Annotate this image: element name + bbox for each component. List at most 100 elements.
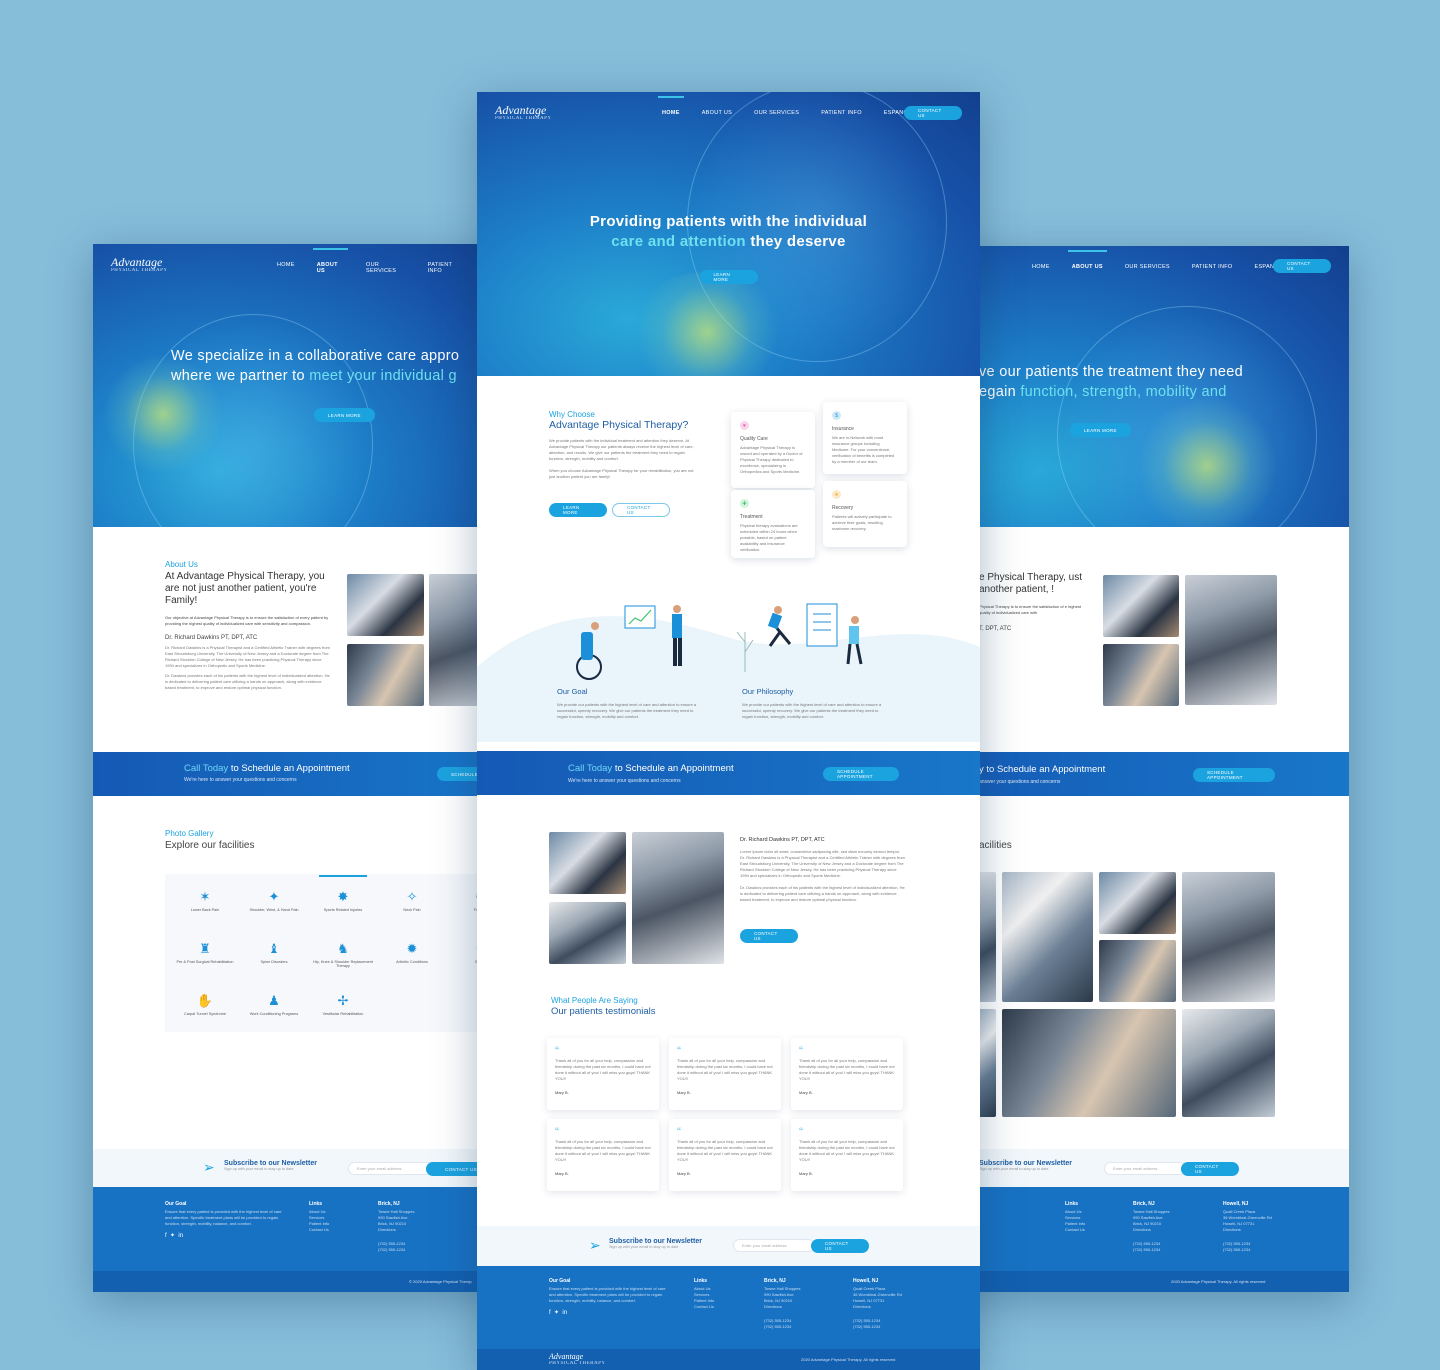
nav-about[interactable]: ABOUT US	[702, 110, 732, 116]
gallery-header: Photo Gallery Explore our facilities	[165, 829, 255, 851]
service-item[interactable]: ✢ Vestibular Rehabilitation	[309, 992, 377, 1016]
feature-insurance: $ Insurance We are in-Network with most …	[823, 402, 907, 474]
service-label: Neck Pain	[403, 908, 421, 912]
nav-about[interactable]: ABOUT US	[1067, 250, 1107, 270]
left-learn-more-button[interactable]: LEARN MORE	[314, 408, 375, 422]
lower-back-icon: ✶	[199, 889, 211, 904]
service-label: Arthritic Conditions	[396, 960, 428, 964]
email-input[interactable]: Enter your email address	[1104, 1162, 1186, 1175]
service-item[interactable]: ♜ Pre & Post Surgical Rehabilitation	[171, 940, 239, 964]
linkedin-icon[interactable]: in	[562, 1310, 567, 1316]
gallery-photo	[1099, 940, 1176, 1002]
nav-about[interactable]: ABOUT US	[312, 248, 349, 274]
nav-services[interactable]: OUR SERVICES	[1125, 264, 1170, 270]
nav-home[interactable]: HOME	[277, 262, 295, 274]
nav-home[interactable]: HOME	[1032, 264, 1050, 270]
center-learn-more-button[interactable]: LEARN MORE	[699, 270, 758, 284]
testimonial-author: Mary B.	[555, 1171, 569, 1176]
testimonial-card: “Thank all of you for all your help, com…	[791, 1119, 903, 1191]
footer-link[interactable]: Contact Us	[1065, 1227, 1085, 1233]
service-item[interactable]: ♟ Work Conditioning Programs	[240, 992, 308, 1016]
nav-patient-info[interactable]: PATIENT INFO	[821, 110, 862, 116]
service-label: Work Conditioning Programs	[249, 1012, 299, 1016]
gallery-photo	[1002, 1009, 1176, 1117]
left-nav: Advantage PHYSICAL THERAPY HOME ABOUT US…	[93, 244, 513, 290]
quote-icon: “	[555, 1044, 559, 1058]
twitter-icon[interactable]: ✦	[554, 1310, 559, 1316]
left-cta-banner: Call Today to Schedule an Appointment We…	[93, 752, 513, 796]
facebook-icon[interactable]: f	[549, 1310, 551, 1316]
facebook-icon[interactable]: f	[165, 1233, 167, 1239]
doctor-photo-1	[549, 832, 626, 894]
service-item[interactable]: ♞ Hip, Knee & Shoulder Replacement Therap…	[309, 940, 377, 968]
testimonial-card: “Thank all of you for all your help, com…	[669, 1038, 781, 1110]
nav-services[interactable]: OUR SERVICES	[366, 262, 406, 274]
carpal-icon: ✋	[196, 993, 214, 1008]
right-about-section: e Physical Therapy, ust another patient,…	[979, 572, 1083, 632]
nav-patient-info[interactable]: PATIENT INFO	[1192, 264, 1233, 270]
contact-us-button[interactable]: CONTACT US	[904, 106, 962, 120]
footer-link-contact[interactable]: Contact Us	[694, 1304, 714, 1310]
center-page-mockup: Advantage PHYSICAL THERAPY HOME ABOUT US…	[477, 92, 980, 1370]
service-item[interactable]: ✋ Carpal Tunnel Syndrome	[171, 992, 239, 1016]
why-learn-more-button[interactable]: LEARN MORE	[549, 503, 607, 517]
nav-services[interactable]: OUR SERVICES	[754, 110, 799, 116]
testimonial-author: Mary B.	[799, 1090, 813, 1095]
service-item[interactable]: ✶ Lower Back Pain	[171, 888, 239, 912]
gallery-photo	[1182, 1009, 1275, 1117]
service-item[interactable]: ♝ Spine Disorders	[240, 940, 308, 964]
nav-home[interactable]: HOME	[658, 96, 684, 116]
services-active-indicator	[319, 875, 367, 877]
twitter-icon[interactable]: ✦	[170, 1233, 175, 1239]
vestibular-icon: ✢	[337, 993, 349, 1008]
about-photo-1	[1103, 575, 1179, 637]
hero-glow	[1137, 396, 1277, 527]
social-icons: f ✦ in	[165, 1233, 283, 1239]
footer-link[interactable]: Contact Us	[309, 1227, 329, 1233]
schedule-button[interactable]: SCHEDULE APPOINTMENT	[1193, 768, 1275, 782]
social-icons: f ✦ in	[549, 1310, 669, 1316]
quote-icon: “	[799, 1125, 803, 1139]
email-input[interactable]: Enter your email address	[348, 1162, 438, 1175]
surgical-icon: ♜	[199, 941, 211, 956]
about-title: At Advantage Physical Therapy, you are n…	[165, 571, 325, 606]
shoulder-icon: ✦	[268, 889, 280, 904]
service-item[interactable]: ✧ Neck Pain	[378, 888, 446, 912]
contact-us-button[interactable]: CONTACT US	[1273, 259, 1331, 273]
service-label: Lower Back Pain	[190, 908, 220, 912]
left-newsletter: ➢ Subscribe to our Newsletter Sign up wi…	[93, 1149, 513, 1187]
quote-icon: “	[677, 1044, 681, 1058]
service-item[interactable]: ✹ Arthritic Conditions	[378, 940, 446, 964]
quote-icon: “	[799, 1044, 803, 1058]
services-grid: ✶ Lower Back Pain ✦ Shoulder, Wrist, & Hand…	[165, 874, 513, 1032]
service-item[interactable]: ✦ Shoulder, Wrist, & Hand Pain	[240, 888, 308, 912]
treatment-icon: ✚	[740, 499, 749, 508]
email-input[interactable]: Enter your email address	[733, 1239, 815, 1252]
nav-patient-info[interactable]: PATIENT INFO	[428, 262, 464, 274]
right-learn-more-button[interactable]: LEARN MORE	[1070, 423, 1131, 437]
center-nav: Advantage PHYSICAL THERAPY HOME ABOUT US…	[477, 92, 980, 138]
why-contact-button[interactable]: CONTACT US	[612, 503, 670, 517]
logo[interactable]: Advantage PHYSICAL THERAPY	[111, 256, 167, 273]
schedule-appointment-button[interactable]: SCHEDULE APPOINTMENT	[823, 767, 899, 781]
doctor-contact-button[interactable]: CONTACT US	[740, 929, 798, 943]
newsletter-contact-button[interactable]: CONTACT US	[811, 1239, 869, 1253]
testimonial-card: “Thank all of you for all your help, com…	[669, 1119, 781, 1191]
center-newsletter: ➢ Subscribe to our Newsletter Sign up wi…	[477, 1226, 980, 1266]
linkedin-icon[interactable]: in	[178, 1233, 183, 1239]
newsletter-button[interactable]: CONTACT US	[1181, 1162, 1239, 1176]
testimonial-card: “Thank all of you for all your help, com…	[547, 1038, 659, 1110]
gallery-photo	[1099, 872, 1176, 934]
logo[interactable]: Advantage PHYSICAL THERAPY	[495, 104, 551, 121]
spine-icon: ♝	[268, 941, 280, 956]
service-label: Carpal Tunnel Syndrome	[184, 1012, 226, 1016]
testimonials-header: What People Are Saying Our patients test…	[551, 996, 656, 1017]
footer-logo[interactable]: Advantage PHYSICAL THERAPY	[549, 1353, 605, 1367]
center-hero-title: Providing patients with the individual c…	[589, 213, 868, 250]
left-page-mockup: Advantage PHYSICAL THERAPY HOME ABOUT US…	[93, 244, 513, 1292]
about-photo-3	[1103, 644, 1179, 706]
service-item[interactable]: ✸ Sports Related Injuries	[309, 888, 377, 912]
testimonial-card: “Thank all of you for all your help, com…	[547, 1119, 659, 1191]
howell-directions-link[interactable]: Directions	[853, 1304, 902, 1310]
brick-directions-link[interactable]: Directions	[764, 1304, 800, 1310]
